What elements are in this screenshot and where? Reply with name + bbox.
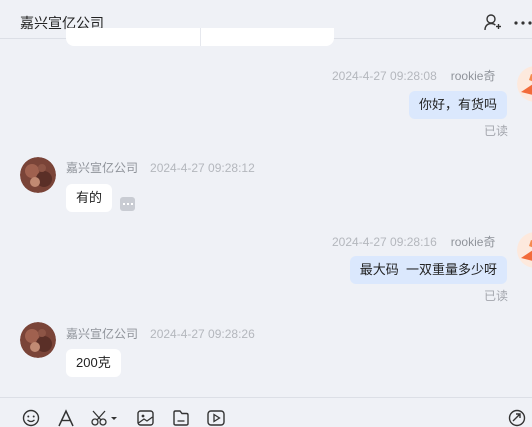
previous-message-bubble (66, 28, 334, 46)
file-icon[interactable] (171, 409, 191, 427)
my-avatar[interactable] (517, 66, 532, 102)
sender-name: 嘉兴宣亿公司 (66, 327, 139, 341)
message-time: 2024-4-27 09:28:26 (150, 327, 255, 341)
message-time: 2024-4-27 09:28:16 (332, 235, 437, 249)
my-avatar[interactable] (517, 232, 532, 268)
outgoing-message-bubble[interactable]: 最大码 一双重量多少呀 (349, 256, 507, 284)
sender-name: rookie奇 (450, 69, 496, 83)
message-time: 2024-4-27 09:28:08 (332, 69, 437, 83)
message-meta: 2024-4-27 09:28:16 rookie奇 (332, 233, 495, 250)
message-meta: 嘉兴宣亿公司 2024-4-27 09:28:26 (66, 325, 255, 342)
message-meta: 嘉兴宣亿公司 2024-4-27 09:28:12 (66, 159, 255, 176)
contact-avatar[interactable] (20, 157, 56, 193)
video-icon[interactable] (206, 409, 226, 427)
image-icon[interactable] (136, 409, 156, 427)
scissors-icon[interactable] (90, 409, 118, 427)
incoming-message-bubble[interactable]: 200克 (66, 349, 121, 377)
sender-name: rookie奇 (450, 235, 496, 249)
send-icon[interactable] (507, 409, 527, 427)
emoji-icon[interactable] (21, 409, 41, 427)
more-options-icon[interactable] (513, 13, 532, 31)
read-status: 已读 (484, 289, 509, 303)
add-member-icon[interactable] (483, 13, 501, 31)
incoming-message-bubble[interactable]: 有的 (66, 184, 113, 212)
input-toolbar (0, 397, 532, 427)
message-actions-button[interactable] (120, 197, 135, 211)
read-status: 已读 (484, 124, 509, 138)
contact-avatar[interactable] (20, 322, 56, 358)
message-time: 2024-4-27 09:28:12 (150, 161, 255, 175)
outgoing-message-bubble[interactable]: 你好，有货吗 (408, 91, 507, 119)
font-icon[interactable] (56, 409, 76, 427)
sender-name: 嘉兴宣亿公司 (66, 161, 139, 175)
message-meta: 2024-4-27 09:28:08 rookie奇 (332, 67, 495, 84)
bubble-divider (200, 28, 201, 46)
